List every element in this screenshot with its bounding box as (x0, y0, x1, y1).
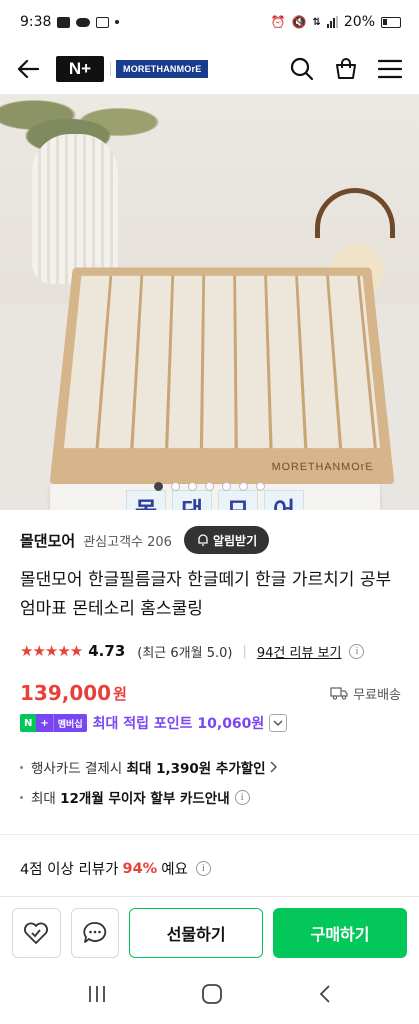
heart-check-icon (24, 922, 49, 944)
alarm-button[interactable]: 알림받기 (183, 526, 270, 554)
back-arrow-icon[interactable] (14, 55, 42, 83)
mute-icon: 🔇 (291, 15, 307, 29)
status-left: 9:38 (20, 14, 120, 30)
status-right: ⏰ 🔇 ⇅ 20% (271, 14, 401, 30)
battery-percent: 20% (343, 14, 375, 30)
purchase-bar: 선물하기 구매하기 (0, 896, 419, 968)
carousel-dot[interactable] (205, 482, 214, 491)
carousel-dot[interactable] (188, 482, 197, 491)
info-icon[interactable]: i (234, 789, 250, 805)
review-ratio-percent: 94% (122, 860, 158, 877)
max-points-label: 최대 적립 포인트 10,060원 (92, 716, 265, 732)
signal-icon (326, 16, 338, 28)
reviews-link[interactable]: 94건 리뷰 보기 (257, 642, 342, 661)
shipping-label: 무료배송 (353, 687, 401, 703)
recent-rating: (최근 6개월 5.0) (137, 645, 233, 661)
seller-name[interactable]: 몰댄모어 (20, 530, 75, 551)
watchers-count: 관심고객수 206 (83, 534, 172, 550)
letter-tile: 댄 (172, 490, 212, 510)
calendar-icon (96, 16, 110, 28)
card-discount-link[interactable]: 행사카드 결제시 최대 1,390원 추가할인 (20, 752, 278, 782)
status-bar: 9:38 ⏰ 🔇 ⇅ 20% (0, 0, 419, 44)
box-brand-label: MORETHANMOrE (271, 461, 375, 474)
shipping-info: 무료배송 (330, 684, 401, 703)
letter-box-compartments (63, 275, 381, 449)
product-image-carousel[interactable]: MORETHANMOrE 몰 댄 모 어 한 글 필 름 글 자 (0, 94, 419, 510)
carousel-dot[interactable] (222, 482, 231, 491)
nplus-membership-badge: N + 멤버십 (20, 714, 87, 732)
card-benefits: 행사카드 결제시 최대 1,390원 추가할인 최대 12개월 무이자 할부 카… (20, 752, 278, 812)
carousel-dot[interactable] (171, 482, 180, 491)
installment-info[interactable]: 최대 12개월 무이자 할부 카드안내 i (20, 782, 278, 812)
back-nav-icon[interactable] (318, 984, 332, 1008)
top-header: N+ MORETHANMOrE (0, 44, 419, 94)
carousel-dot[interactable] (154, 482, 163, 491)
talk-notification-icon (57, 16, 71, 28)
section-divider (0, 834, 419, 835)
truck-icon (330, 687, 348, 700)
membership-points-row[interactable]: N + 멤버십 최대 적립 포인트 10,060원 (20, 712, 288, 734)
price-unit: 원 (113, 684, 127, 703)
status-time: 9:38 (20, 14, 52, 30)
rating-row: ★★★★★ 4.73 (최근 6개월 5.0) | 94건 리뷰 보기 i (20, 640, 365, 662)
letter-tile: 몰 (126, 490, 166, 510)
chevron-down-icon[interactable] (269, 714, 288, 732)
brand-logo[interactable]: MORETHANMOrE (109, 60, 209, 78)
carousel-dot[interactable] (256, 482, 265, 491)
shopping-bag-icon[interactable] (331, 54, 361, 84)
letter-tile: 어 (264, 490, 304, 510)
info-icon[interactable]: i (349, 643, 365, 659)
more-notifications-icon (115, 20, 120, 24)
vase-decoration (32, 134, 118, 284)
wooden-letter-box: MORETHANMOrE (49, 267, 395, 484)
gift-button[interactable]: 선물하기 (129, 907, 264, 958)
android-nav-bar (0, 968, 419, 1024)
letter-tile: 모 (218, 490, 258, 510)
alarm-button-label: 알림받기 (212, 533, 258, 548)
chevron-right-icon (270, 761, 277, 773)
info-icon[interactable]: i (195, 861, 211, 876)
deer-antler-decoration (315, 188, 395, 238)
recent-apps-icon[interactable] (87, 985, 107, 1007)
talk-inquiry-button[interactable] (70, 907, 120, 958)
review-ratio: 4점 이상 리뷰가 94% 예요 i (20, 858, 211, 879)
price-row: 139,000 원 무료배송 (20, 680, 401, 706)
wishlist-button[interactable] (12, 907, 61, 958)
chat-bubble-icon (83, 921, 107, 943)
carousel-dot[interactable] (239, 482, 248, 491)
price-amount: 139,000 (20, 681, 112, 705)
seller-row: 몰댄모어 관심고객수 206 알림받기 (20, 526, 270, 554)
cloud-icon (76, 17, 91, 27)
carousel-indicator (0, 482, 419, 491)
buy-button[interactable]: 구매하기 (273, 907, 407, 958)
lte-icon: ⇅ (312, 16, 321, 28)
nplus-logo[interactable]: N+ (56, 56, 104, 82)
alarm-icon: ⏰ (270, 15, 286, 29)
bell-plus-icon (198, 534, 208, 546)
search-icon[interactable] (287, 54, 317, 84)
home-icon[interactable] (201, 983, 223, 1009)
battery-icon (381, 16, 401, 28)
product-title: 몰댄모어 한글필름글자 한글떼기 한글 가르치기 공부 엄마표 몬테소리 홈스쿨… (20, 570, 392, 619)
menu-icon[interactable] (375, 54, 405, 84)
star-rating-icon: ★★★★★ (20, 642, 83, 660)
rating-score: 4.73 (88, 642, 126, 660)
